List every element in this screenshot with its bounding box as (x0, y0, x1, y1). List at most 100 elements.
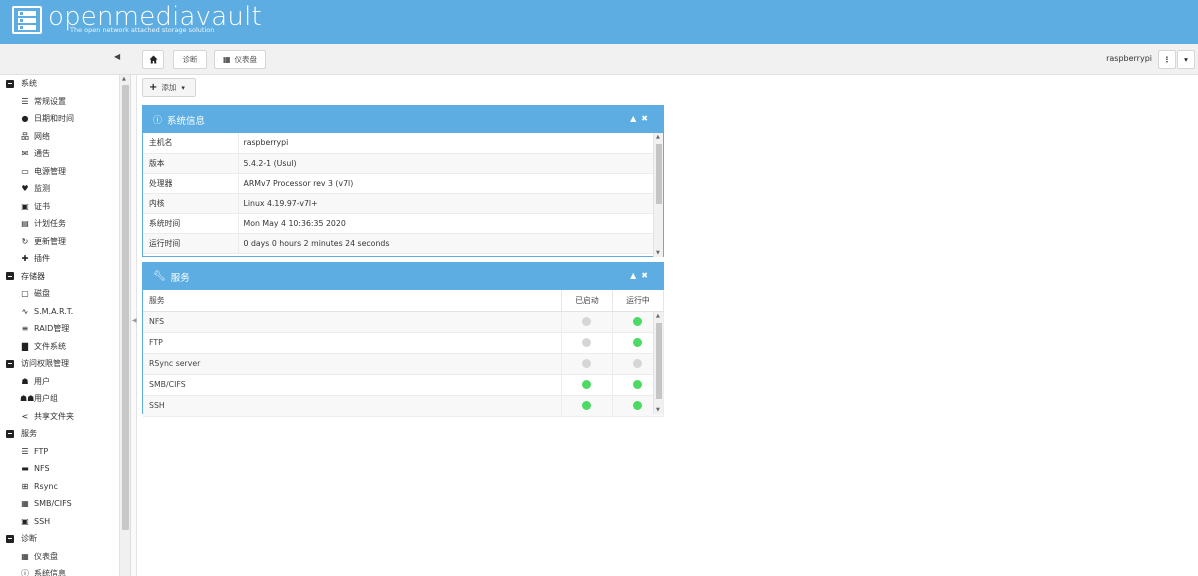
sidebar-item-22[interactable]: ▬ NFS (20, 460, 49, 478)
dashboard-icon: ▦ (222, 55, 231, 64)
table-row: 处理器 ARMv7 Processor rev 3 (v7l) (143, 173, 654, 194)
info-icon: ⓘ (21, 569, 29, 576)
col-enabled[interactable]: 已启动 (561, 290, 613, 312)
sidebar-item-3[interactable]: 品网络 (20, 128, 50, 146)
sidebar-item-label: 插件 (34, 254, 50, 264)
sidebar-category-11[interactable]: 存储器 (6, 268, 45, 286)
sidebar-category-26[interactable]: 诊断 (6, 530, 37, 548)
scroll-down-icon[interactable]: ▼ (656, 250, 660, 256)
scroll-down-icon[interactable]: ▼ (656, 407, 660, 413)
sidebar-item-27[interactable]: ▦ 仪表盘 (20, 548, 58, 566)
sidebar-item-7[interactable]: ▣ 证书 (20, 198, 50, 216)
panel-splitter[interactable]: ◀ (131, 75, 137, 576)
scroll-up-icon[interactable]: ▲ (656, 313, 660, 319)
table-row[interactable]: RSync server (143, 353, 665, 375)
kebab-menu-button[interactable]: ⋮ (1158, 50, 1176, 69)
info-icon: ⓘ (153, 116, 163, 126)
users-icon: ☗☗ (20, 394, 35, 404)
sidebar-item-13[interactable]: ∿ S.M.A.R.T. (20, 303, 74, 321)
sidebar-category-20[interactable]: 服务 (6, 425, 37, 443)
sidebar-item-4[interactable]: ✉ 通告 (20, 145, 50, 163)
sidebar-item-label: Rsync (34, 481, 58, 491)
sidebar-item-label: SSH (34, 516, 51, 526)
sidebar-item-label: 仪表盘 (34, 551, 58, 561)
status-cell (561, 311, 613, 333)
sidebar-category-16[interactable]: 访问权限管理 (6, 355, 69, 373)
sidebar-item-19[interactable]: < 共享文件夹 (20, 408, 74, 426)
sliders-icon: ☰ (21, 96, 29, 106)
panel-controls[interactable]: ▲✖ (630, 271, 653, 280)
services-scrollbar[interactable]: ▲ ▼ (653, 312, 663, 414)
clock-icon: ● (21, 114, 29, 124)
system-info-scrollbar[interactable]: ▲ ▼ (653, 133, 663, 257)
home-button[interactable] (142, 50, 164, 69)
system-info-scroll-thumb[interactable] (656, 144, 662, 204)
collapse-icon[interactable] (6, 79, 14, 88)
enabled-status-icon (582, 401, 592, 411)
sidebar-item-28[interactable]: ⓘ 系统信息 (20, 565, 66, 576)
sidebar-item-5[interactable]: ▭ 电源管理 (20, 163, 66, 181)
sidebar-item-1[interactable]: ☰ 常规设置 (20, 93, 66, 111)
info-key: 版本 (143, 153, 239, 174)
collapse-icon[interactable] (6, 359, 14, 368)
splitter-handle-icon[interactable]: ◀ (132, 317, 137, 335)
sidebar-category-0[interactable]: 系统 (6, 75, 37, 93)
sidebar-item-9[interactable]: ↻ 更新管理 (20, 233, 66, 251)
table-row: 内核 Linux 4.19.97-v7l+ (143, 193, 654, 214)
sidebar-item-25[interactable]: ▣ SSH (20, 513, 50, 531)
sidebar-item-18[interactable]: ☗☗ 用户组 (20, 390, 58, 408)
collapse-icon[interactable] (6, 534, 14, 543)
add-widget-button[interactable]: + 添加 ▾ (142, 78, 196, 97)
sidebar-scrollbar[interactable]: ▲ (119, 75, 130, 576)
sidebar-item-14[interactable]: ≡ RAID管理 (20, 320, 70, 338)
envelope-icon: ✉ (21, 149, 29, 159)
sidebar-item-label: 系统信息 (34, 569, 66, 576)
sidebar-item-label: 常规设置 (34, 96, 66, 106)
user-dropdown-button[interactable]: ▾ (1177, 50, 1195, 69)
service-name: SMB/CIFS (143, 374, 562, 396)
enabled-status-icon (582, 338, 592, 348)
sidebar-item-8[interactable]: ▤ 计划任务 (20, 215, 66, 233)
service-name: RSync server (143, 353, 562, 375)
table-row[interactable]: FTP (143, 332, 665, 354)
sidebar-item-6[interactable]: ♥ 监测 (20, 180, 50, 198)
info-key: 系统时间 (143, 213, 239, 234)
services-scroll-thumb[interactable] (656, 323, 662, 399)
breadcrumb-dashboard[interactable]: ▦ 仪表盘 (214, 50, 266, 69)
table-row[interactable]: SSH (143, 395, 665, 417)
sidebar-item-label: 通告 (34, 149, 50, 159)
dashboard-icon: ▦ (21, 551, 29, 561)
scroll-up-icon[interactable]: ▲ (656, 134, 660, 140)
col-service[interactable]: 服务 (143, 290, 562, 312)
breadcrumb-diagnostics[interactable]: 诊断 (173, 50, 207, 69)
sidebar-item-15[interactable]: ▇ 文件系统 (20, 338, 66, 356)
sidebar-scroll-thumb[interactable] (122, 85, 129, 530)
scroll-up-icon[interactable]: ▲ (122, 76, 126, 82)
panel-controls[interactable]: ▲✖ (630, 114, 653, 123)
info-key: 运行时间 (143, 233, 239, 254)
user-icon: ☗ (21, 376, 29, 386)
sidebar-item-label: 磁盘 (34, 289, 50, 299)
sidebar-item-label: 用户组 (34, 394, 58, 404)
col-running[interactable]: 运行中 (612, 290, 665, 312)
info-value: ARMv7 Processor rev 3 (v7l) (238, 173, 654, 194)
sidebar-item-23[interactable]: ⊞ Rsync (20, 478, 58, 496)
sidebar-item-2[interactable]: ● 日期和时间 (20, 110, 75, 128)
sidebar-item-label: RAID管理 (34, 324, 70, 334)
enabled-status-icon (582, 380, 592, 390)
sidebar-item-label: 更新管理 (34, 236, 66, 246)
sidebar-item-21[interactable]: ☰ FTP (20, 443, 48, 461)
running-status-icon (633, 317, 643, 327)
collapse-icon[interactable] (6, 429, 14, 438)
table-row[interactable]: NFS (143, 311, 665, 333)
service-name: NFS (143, 311, 562, 333)
sidebar-item-10[interactable]: ✚ 插件 (20, 250, 50, 268)
collapse-icon[interactable] (6, 272, 14, 281)
wrench-icon: 🔧︎ (153, 271, 166, 282)
sidebar-collapse-icon[interactable]: ◀ (114, 52, 120, 61)
info-value: raspberrypi (238, 133, 654, 154)
table-row[interactable]: SMB/CIFS (143, 374, 665, 396)
sidebar-item-17[interactable]: ☗ 用户 (20, 373, 50, 391)
sidebar-item-12[interactable]: ▢ 磁盘 (20, 285, 50, 303)
sidebar-item-24[interactable]: ▦ SMB/CIFS (20, 495, 71, 513)
